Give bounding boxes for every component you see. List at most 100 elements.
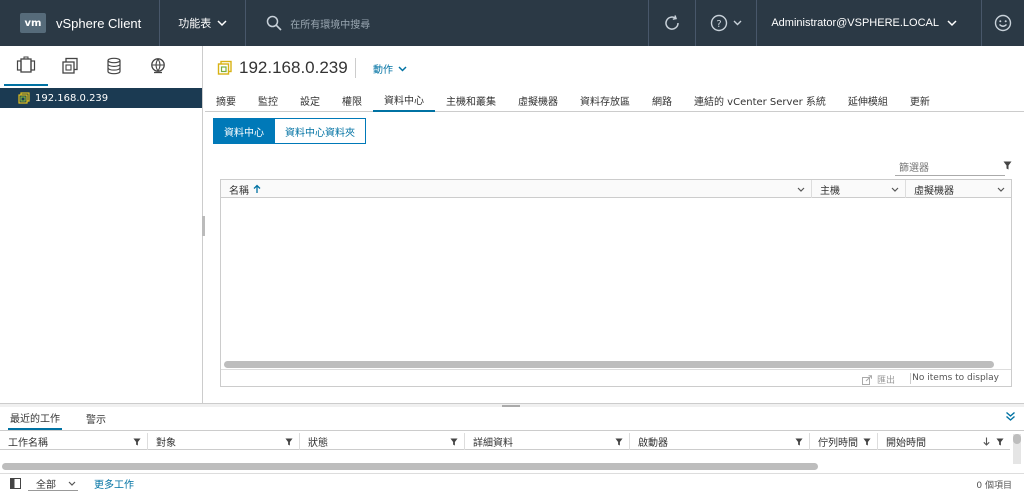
chevron-down-icon[interactable] <box>997 187 1005 192</box>
tab-1[interactable]: 監控 <box>247 88 289 112</box>
grid-header: 名稱 主機 虛擬機器 <box>221 180 1011 198</box>
filter-icon[interactable] <box>863 437 871 446</box>
tab-11[interactable]: 更新 <box>899 88 941 112</box>
tab-9[interactable]: 連結的 vCenter Server 系統 <box>683 88 837 112</box>
hosts-and-clusters-tab[interactable] <box>4 46 48 86</box>
column-label: 狀態 <box>308 438 328 449</box>
menu-label: 功能表 <box>178 17 212 30</box>
tree-item-label: 192.168.0.239 <box>35 92 109 104</box>
tab-4[interactable]: 資料中心 <box>373 88 435 112</box>
tasks-column-2[interactable]: 狀態 <box>300 433 465 450</box>
global-search-input[interactable]: 在所有環境中搜尋 <box>266 15 646 31</box>
actions-menu-button[interactable]: 動作 <box>373 61 407 76</box>
datacenters-segment[interactable]: 資料中心 <box>213 118 275 144</box>
filter-icon[interactable] <box>996 437 1004 446</box>
chevron-down-icon[interactable] <box>891 187 899 192</box>
no-items-text: No items to display <box>912 373 999 383</box>
tasks-column-1[interactable]: 對象 <box>148 433 300 450</box>
column-vms[interactable]: 虛擬機器 <box>906 180 1011 198</box>
filter-icon[interactable] <box>1003 161 1012 170</box>
export-label: 匯出 <box>877 376 896 386</box>
object-header: 192.168.0.239 <box>217 58 348 78</box>
tasks-column-3[interactable]: 詳細資料 <box>465 433 630 450</box>
task-filter-value: 全部 <box>36 479 56 491</box>
column-name[interactable]: 名稱 <box>221 180 812 198</box>
double-chevron-down-icon[interactable] <box>1005 411 1016 422</box>
chevron-down-icon <box>733 20 742 26</box>
help-menu-button[interactable]: ? <box>695 0 756 46</box>
tab-8[interactable]: 網路 <box>641 88 683 112</box>
vms-and-templates-tab[interactable] <box>48 46 92 86</box>
tasks-column-4[interactable]: 啟動器 <box>630 433 810 450</box>
tab-recent-tasks[interactable]: 最近的工作 <box>8 406 62 430</box>
tasks-column-0[interactable]: 工作名稱 <box>0 433 148 450</box>
footer-divider <box>910 373 911 384</box>
more-tasks-link[interactable]: 更多工作 <box>94 476 134 491</box>
chevron-down-icon <box>217 19 227 26</box>
item-count: 0 個項目 <box>976 481 1012 491</box>
top-header: vm vSphere Client 功能表 在所有環境中搜尋 ? Adminis… <box>0 0 1024 46</box>
filter-icon[interactable] <box>133 437 141 446</box>
inventory-navigator: 192.168.0.239 <box>0 46 205 403</box>
app-title[interactable]: vSphere Client <box>56 16 141 31</box>
datacenter-grid: 名稱 主機 虛擬機器 匯出 No items to display <box>220 179 1012 387</box>
column-label: 名稱 <box>229 185 249 197</box>
filter-icon[interactable] <box>615 437 623 446</box>
export-icon <box>862 374 872 385</box>
tasks-horizontal-scrollbar[interactable] <box>2 463 818 470</box>
title-divider <box>355 58 356 78</box>
column-label: 工作名稱 <box>8 438 48 449</box>
storage-tab[interactable] <box>92 46 136 86</box>
object-tabs: 摘要 監控 設定 權限 資料中心 主機和叢集 虛擬機器 資料存放區 網路 連結的 vCenter … <box>205 88 1024 112</box>
column-toggle-icon[interactable] <box>10 478 21 489</box>
datacenter-folders-segment[interactable]: 資料中心資料夾 <box>275 118 366 144</box>
vcenter-server-icon <box>217 60 232 75</box>
grid-footer: 匯出 No items to display <box>221 369 1011 386</box>
storage-icon <box>107 57 121 75</box>
header-right: ? Administrator@VSPHERE.LOCAL <box>648 0 1024 46</box>
scrollbar-thumb[interactable] <box>1013 434 1021 444</box>
header-divider <box>245 0 247 46</box>
main-content: 192.168.0.239 動作 摘要 監控 設定 權限 資料中心 主機和叢集 虛擬機器 資料… <box>205 46 1024 403</box>
search-placeholder: 在所有環境中搜尋 <box>290 19 371 31</box>
grid-horizontal-scrollbar[interactable] <box>224 361 994 368</box>
object-title: 192.168.0.239 <box>239 58 348 77</box>
smiley-icon <box>994 14 1012 32</box>
filter-input[interactable]: 篩選器 <box>895 158 1005 176</box>
tab-0[interactable]: 摘要 <box>216 88 247 112</box>
feedback-button[interactable] <box>981 0 1024 46</box>
user-menu-button[interactable]: Administrator@VSPHERE.LOCAL <box>756 0 981 46</box>
filter-icon[interactable] <box>285 437 293 446</box>
filter-icon[interactable] <box>795 437 803 446</box>
chevron-down-icon <box>398 65 407 72</box>
column-label: 主機 <box>820 185 840 197</box>
column-label: 詳細資料 <box>473 438 513 449</box>
tab-alarms[interactable]: 警示 <box>84 406 108 430</box>
help-icon: ? <box>711 14 728 32</box>
task-filter-select[interactable]: 全部 <box>28 477 78 491</box>
svg-text:?: ? <box>717 19 722 30</box>
column-label: 啟動器 <box>638 438 668 449</box>
column-host[interactable]: 主機 <box>812 180 906 198</box>
chevron-down-icon <box>68 481 76 486</box>
tab-10[interactable]: 延伸模組 <box>837 88 899 112</box>
tree-item-vcenter[interactable]: 192.168.0.239 <box>0 88 202 108</box>
sort-descending-icon <box>983 437 990 446</box>
networking-tab[interactable] <box>136 46 180 86</box>
chevron-down-icon[interactable] <box>797 187 805 192</box>
tab-3[interactable]: 權限 <box>331 88 373 112</box>
tab-5[interactable]: 主機和叢集 <box>435 88 507 112</box>
filter-icon[interactable] <box>450 437 458 446</box>
refresh-button[interactable] <box>648 0 695 46</box>
column-label: 對象 <box>156 438 176 449</box>
tasks-column-6[interactable]: 開始時間 <box>878 433 1010 450</box>
tasks-column-5[interactable]: 佇列時間 <box>810 433 878 450</box>
tasks-vertical-scrollbar[interactable] <box>1013 434 1021 464</box>
export-button[interactable]: 匯出 <box>862 373 895 386</box>
menu-button[interactable]: 功能表 <box>178 15 227 31</box>
vmware-logo[interactable]: vm <box>20 13 46 33</box>
navigator-tabs <box>0 46 202 86</box>
tab-7[interactable]: 資料存放區 <box>569 88 641 112</box>
tab-2[interactable]: 設定 <box>289 88 331 112</box>
tab-6[interactable]: 虛擬機器 <box>507 88 569 112</box>
